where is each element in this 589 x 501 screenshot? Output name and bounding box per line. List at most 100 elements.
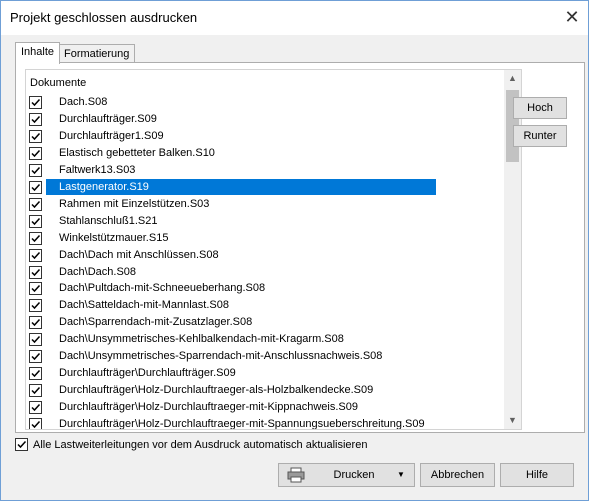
list-item-label: Durchlaufträger\Holz-Durchlauftraeger-mi… bbox=[59, 418, 425, 430]
hilfe-button[interactable]: Hilfe bbox=[500, 463, 574, 487]
chevron-down-icon[interactable]: ▼ bbox=[397, 464, 405, 486]
check-icon bbox=[17, 440, 27, 449]
check-icon bbox=[31, 166, 41, 174]
list-item[interactable]: Stahlanschluß1.S21 bbox=[26, 213, 504, 230]
list-item-checkbox[interactable] bbox=[29, 316, 42, 330]
list-item[interactable]: Durchlaufträger\Holz-Durchlauftraeger-mi… bbox=[26, 399, 504, 416]
check-icon bbox=[31, 132, 41, 140]
list-item-checkbox[interactable] bbox=[29, 129, 42, 143]
list-header: Dokumente bbox=[30, 77, 87, 89]
check-icon bbox=[31, 217, 41, 225]
list-item-label: Stahlanschluß1.S21 bbox=[59, 214, 158, 227]
list-item-label: Dach\Satteldach-mit-Mannlast.S08 bbox=[59, 299, 229, 312]
print-project-dialog: Projekt geschlossen ausdrucken ✕ Inhalte… bbox=[0, 0, 589, 501]
tab-formatierung[interactable]: Formatierung bbox=[58, 44, 136, 63]
check-icon bbox=[31, 404, 41, 412]
check-icon bbox=[31, 268, 41, 276]
list-item-label: Faltwerk13.S03 bbox=[59, 163, 136, 176]
hoch-button[interactable]: Hoch bbox=[513, 97, 567, 119]
list-item[interactable]: Dach\Pultdach-mit-Schneeueberhang.S08 bbox=[26, 280, 504, 297]
check-icon bbox=[31, 302, 41, 310]
list-item[interactable]: Winkelstützmauer.S15 bbox=[26, 230, 504, 247]
list-item-label: Durchlaufträger1.S09 bbox=[59, 129, 164, 142]
check-icon bbox=[31, 387, 41, 395]
printer-icon bbox=[287, 467, 305, 491]
list-item-label: Dach\Unsymmetrisches-Sparrendach-mit-Ans… bbox=[59, 350, 383, 363]
list-item-checkbox[interactable] bbox=[29, 265, 42, 279]
documents-listbox[interactable]: Dokumente Dach.S08 Durchlaufträger.S09 Dur… bbox=[25, 69, 522, 430]
drucken-button[interactable]: Drucken ▼ bbox=[278, 463, 415, 487]
list-item-label: Lastgenerator.S19 bbox=[59, 180, 153, 194]
list-item-checkbox[interactable] bbox=[29, 299, 42, 313]
check-icon bbox=[31, 421, 41, 429]
list-item[interactable]: Durchlaufträger\Holz-Durchlauftraeger-al… bbox=[26, 382, 504, 399]
list-item[interactable]: Rahmen mit Einzelstützen.S03 bbox=[26, 196, 504, 213]
check-icon bbox=[31, 251, 41, 259]
list-item-label: Durchlaufträger\Holz-Durchlauftraeger-al… bbox=[59, 384, 374, 397]
tab-inhalte[interactable]: Inhalte bbox=[15, 42, 61, 64]
list-item-label: Rahmen mit Einzelstützen.S03 bbox=[59, 197, 210, 210]
check-icon bbox=[31, 285, 41, 293]
list-item-checkbox[interactable] bbox=[29, 197, 42, 211]
list-item-label: Dach\Dach.S08 bbox=[59, 265, 137, 278]
list-item-label: Durchlaufträger\Durchlaufträger.S09 bbox=[59, 367, 236, 380]
list-item-checkbox[interactable] bbox=[29, 214, 42, 228]
window-title: Projekt geschlossen ausdrucken bbox=[10, 10, 198, 25]
list-item[interactable]: Dach\Unsymmetrisches-Sparrendach-mit-Ans… bbox=[26, 348, 504, 365]
list-item-checkbox[interactable] bbox=[29, 96, 42, 109]
list-item[interactable]: Dach\Sparrendach-mit-Zusatzlager.S08 bbox=[26, 314, 504, 331]
close-icon[interactable]: ✕ bbox=[561, 6, 583, 28]
check-icon bbox=[31, 319, 41, 327]
check-icon bbox=[31, 353, 41, 361]
list-item-checkbox[interactable] bbox=[29, 384, 42, 398]
check-icon bbox=[31, 336, 41, 344]
runter-button[interactable]: Runter bbox=[513, 125, 567, 147]
check-icon bbox=[31, 370, 41, 378]
list-item[interactable]: Durchlaufträger1.S09 bbox=[26, 128, 504, 145]
list-item-checkbox[interactable] bbox=[29, 112, 42, 126]
scroll-up-icon[interactable]: ▲ bbox=[504, 70, 521, 87]
list-item[interactable]: Faltwerk13.S03 bbox=[26, 162, 504, 179]
list-item[interactable]: Dach\Dach.S08 bbox=[26, 264, 504, 281]
list-item-label: Dach\Sparrendach-mit-Zusatzlager.S08 bbox=[59, 316, 253, 329]
abbrechen-button[interactable]: Abbrechen bbox=[420, 463, 495, 487]
list-item-checkbox[interactable] bbox=[29, 401, 42, 415]
vertical-scrollbar[interactable]: ▲ ▼ bbox=[504, 70, 521, 429]
list-item-checkbox[interactable] bbox=[29, 418, 42, 429]
check-icon bbox=[31, 183, 41, 191]
list-item[interactable]: Durchlaufträger.S09 bbox=[26, 111, 504, 128]
list-item[interactable]: Dach\Dach mit Anschlüssen.S08 bbox=[26, 247, 504, 264]
tab-panel-inhalte: Dokumente Dach.S08 Durchlaufträger.S09 Dur… bbox=[15, 62, 585, 433]
list-item[interactable]: Dach.S08 bbox=[26, 94, 504, 111]
list-item-checkbox[interactable] bbox=[29, 367, 42, 381]
list-item-label: Dach\Dach mit Anschlüssen.S08 bbox=[59, 248, 219, 261]
list-item[interactable]: Dach\Unsymmetrisches-Kehlbalkendach-mit-… bbox=[26, 331, 504, 348]
scroll-down-icon[interactable]: ▼ bbox=[504, 412, 521, 429]
list-item-checkbox[interactable] bbox=[29, 333, 42, 347]
check-icon bbox=[31, 200, 41, 208]
list-item-selected[interactable]: Lastgenerator.S19 bbox=[26, 178, 504, 196]
list-item-label: Dach\Unsymmetrisches-Kehlbalkendach-mit-… bbox=[59, 333, 344, 346]
list-item-checkbox[interactable] bbox=[29, 146, 42, 160]
list-item-checkbox[interactable] bbox=[29, 248, 42, 262]
check-icon bbox=[31, 115, 41, 124]
list-item[interactable]: Dach\Satteldach-mit-Mannlast.S08 bbox=[26, 297, 504, 314]
list-item-label: Dach.S08 bbox=[59, 96, 108, 108]
title-bar: Projekt geschlossen ausdrucken ✕ bbox=[1, 1, 588, 35]
list-item-checkbox[interactable] bbox=[29, 231, 42, 245]
list-item-checkbox[interactable] bbox=[29, 282, 42, 296]
list-item[interactable]: Elastisch gebetteter Balken.S10 bbox=[26, 145, 504, 162]
list-item-checkbox[interactable] bbox=[29, 180, 42, 194]
list-item-checkbox[interactable] bbox=[29, 350, 42, 364]
check-icon bbox=[31, 149, 41, 157]
list-item-label: Durchlaufträger\Holz-Durchlauftraeger-mi… bbox=[59, 401, 358, 414]
list-item-label: Durchlaufträger.S09 bbox=[59, 112, 157, 125]
auto-update-checkbox[interactable] bbox=[15, 438, 28, 451]
list-item-label: Dach\Pultdach-mit-Schneeueberhang.S08 bbox=[59, 282, 266, 295]
list-item[interactable]: Durchlaufträger\Holz-Durchlauftraeger-mi… bbox=[26, 416, 504, 430]
list-item[interactable]: Durchlaufträger\Durchlaufträger.S09 bbox=[26, 365, 504, 382]
list-item-label: Winkelstützmauer.S15 bbox=[59, 231, 169, 244]
list-item-label: Elastisch gebetteter Balken.S10 bbox=[59, 146, 215, 159]
check-icon bbox=[31, 234, 41, 242]
list-item-checkbox[interactable] bbox=[29, 163, 42, 177]
